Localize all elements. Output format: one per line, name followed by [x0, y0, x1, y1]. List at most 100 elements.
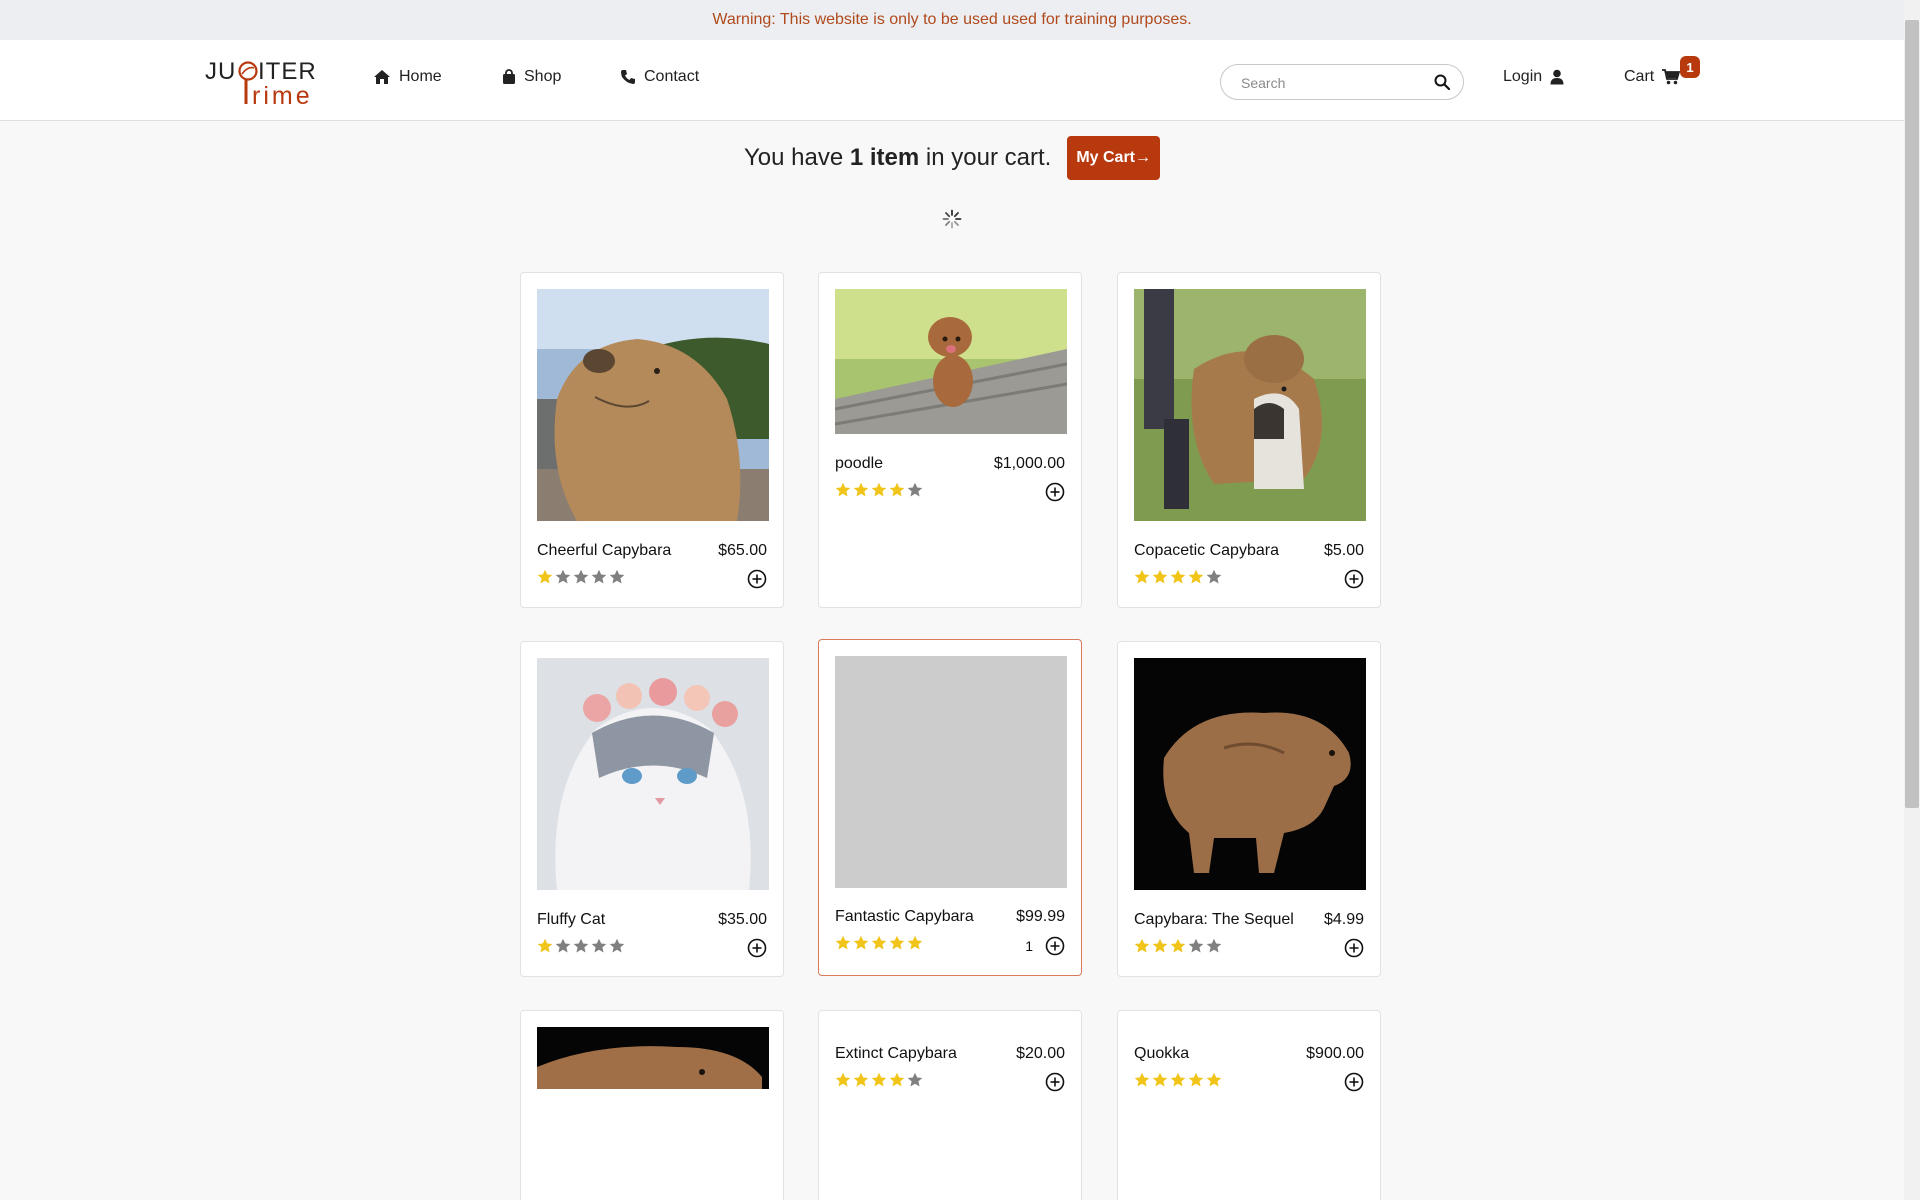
star-empty-icon — [609, 569, 625, 584]
product-card[interactable]: Capybara: The Sequel $4.99 — [1117, 641, 1381, 977]
product-price: $35.00 — [718, 911, 767, 928]
shopping-bag-icon — [503, 69, 515, 84]
product-image[interactable] — [835, 289, 1067, 434]
product-price: $4.99 — [1323, 911, 1364, 928]
product-card[interactable]: Quokka $900.00 — [1117, 1010, 1381, 1200]
rating-stars — [835, 482, 923, 498]
product-image[interactable] — [537, 1027, 769, 1089]
cart-summary: You have 1 item in your cart. My Cart→ — [0, 136, 1904, 180]
site-logo[interactable]: JU ITER rime — [205, 58, 325, 108]
product-name[interactable]: Copacetic Capybara — [1134, 542, 1279, 560]
cart-label: Cart — [1624, 68, 1655, 85]
product-card[interactable]: Fantastic Capybara $99.99 1 — [818, 639, 1082, 976]
product-name[interactable]: Fantastic Capybara — [835, 908, 974, 926]
product-price: $900.00 — [1306, 1045, 1364, 1062]
product-card[interactable]: Copacetic Capybara $5.00 — [1117, 272, 1381, 608]
product-name[interactable]: Capybara: The Sequel — [1134, 911, 1294, 929]
product-card[interactable] — [520, 1010, 784, 1200]
star-filled-icon — [1188, 569, 1204, 584]
star-filled-icon — [1152, 569, 1168, 584]
add-to-cart-icon[interactable] — [1344, 1072, 1364, 1092]
svg-text:JU: JU — [205, 58, 236, 85]
capybara-with-cat-photo — [1134, 289, 1366, 521]
star-filled-icon — [537, 938, 553, 953]
star-filled-icon — [1134, 569, 1150, 584]
star-empty-icon — [555, 938, 571, 953]
star-filled-icon — [537, 569, 553, 584]
product-image[interactable] — [537, 658, 769, 890]
cart-summary-suffix: in your cart. — [925, 144, 1052, 171]
star-filled-icon — [907, 935, 923, 950]
cart-summary-text: You have 1 item in your cart. — [744, 144, 1051, 172]
star-filled-icon — [1152, 938, 1168, 953]
add-to-cart-icon[interactable] — [1045, 482, 1065, 502]
product-card[interactable]: Fluffy Cat $35.00 — [520, 641, 784, 977]
star-empty-icon — [591, 569, 607, 584]
star-empty-icon — [573, 938, 589, 953]
product-card[interactable]: Cheerful Capybara $65.00 — [520, 272, 784, 608]
star-empty-icon — [1206, 569, 1222, 584]
nav-shop[interactable]: Shop — [502, 68, 561, 86]
product-name[interactable]: Cheerful Capybara — [537, 542, 671, 560]
cart-quantity: 1 — [1025, 938, 1033, 954]
search-input[interactable] — [1239, 71, 1433, 95]
warning-text: Warning: This website is only to be used… — [712, 11, 1192, 28]
rating-stars — [835, 935, 923, 951]
star-filled-icon — [889, 1072, 905, 1087]
product-name[interactable]: Extinct Capybara — [835, 1045, 957, 1063]
star-filled-icon — [1152, 1072, 1168, 1087]
product-name[interactable]: Quokka — [1134, 1045, 1189, 1063]
rating-stars — [1134, 1072, 1222, 1088]
login-label: Login — [1503, 68, 1543, 85]
page: Warning: This website is only to be used… — [0, 0, 1920, 1200]
cart-summary-prefix: You have — [743, 144, 844, 171]
star-filled-icon — [1170, 938, 1186, 953]
product-price: $99.99 — [1016, 908, 1065, 925]
fluffy-cat-photo — [537, 658, 769, 890]
add-to-cart-icon[interactable] — [1344, 938, 1364, 958]
product-card[interactable]: Extinct Capybara $20.00 — [818, 1010, 1082, 1200]
user-icon — [1550, 69, 1564, 85]
login-link[interactable]: Login — [1503, 68, 1564, 86]
add-to-cart-icon[interactable] — [1344, 569, 1364, 589]
product-image[interactable] — [1134, 289, 1366, 521]
star-filled-icon — [835, 935, 851, 950]
svg-text:rime: rime — [252, 82, 313, 108]
rating-stars — [835, 1072, 923, 1088]
star-filled-icon — [853, 1072, 869, 1087]
nav-contact[interactable]: Contact — [620, 68, 699, 86]
star-empty-icon — [591, 938, 607, 953]
star-filled-icon — [1170, 1072, 1186, 1087]
star-filled-icon — [871, 935, 887, 950]
search-icon[interactable] — [1434, 74, 1450, 90]
add-to-cart-icon[interactable] — [1045, 936, 1065, 956]
star-filled-icon — [1170, 569, 1186, 584]
product-image[interactable] — [835, 656, 1067, 888]
add-to-cart-icon[interactable] — [1045, 1072, 1065, 1092]
rating-stars — [1134, 938, 1222, 954]
product-image[interactable] — [1134, 658, 1366, 890]
product-name[interactable]: poodle — [835, 455, 883, 473]
product-name[interactable]: Fluffy Cat — [537, 911, 605, 929]
star-empty-icon — [555, 569, 571, 584]
add-to-cart-icon[interactable] — [747, 938, 767, 958]
star-empty-icon — [1206, 938, 1222, 953]
star-filled-icon — [1134, 938, 1150, 953]
star-empty-icon — [1188, 938, 1204, 953]
product-price: $5.00 — [1323, 542, 1364, 559]
cart-link[interactable]: Cart — [1624, 68, 1681, 86]
star-empty-icon — [609, 938, 625, 953]
scrollbar-thumb[interactable] — [1905, 20, 1919, 808]
star-filled-icon — [871, 482, 887, 497]
star-filled-icon — [1134, 1072, 1150, 1087]
nav-home[interactable]: Home — [373, 68, 442, 86]
capybara-photo — [537, 289, 769, 521]
product-image[interactable] — [537, 289, 769, 521]
my-cart-button[interactable]: My Cart→ — [1067, 136, 1160, 180]
star-filled-icon — [835, 482, 851, 497]
star-filled-icon — [1206, 1072, 1222, 1087]
add-to-cart-icon[interactable] — [747, 569, 767, 589]
nav-home-label: Home — [399, 68, 442, 85]
product-card[interactable]: poodle $1,000.00 — [818, 272, 1082, 608]
star-filled-icon — [853, 482, 869, 497]
